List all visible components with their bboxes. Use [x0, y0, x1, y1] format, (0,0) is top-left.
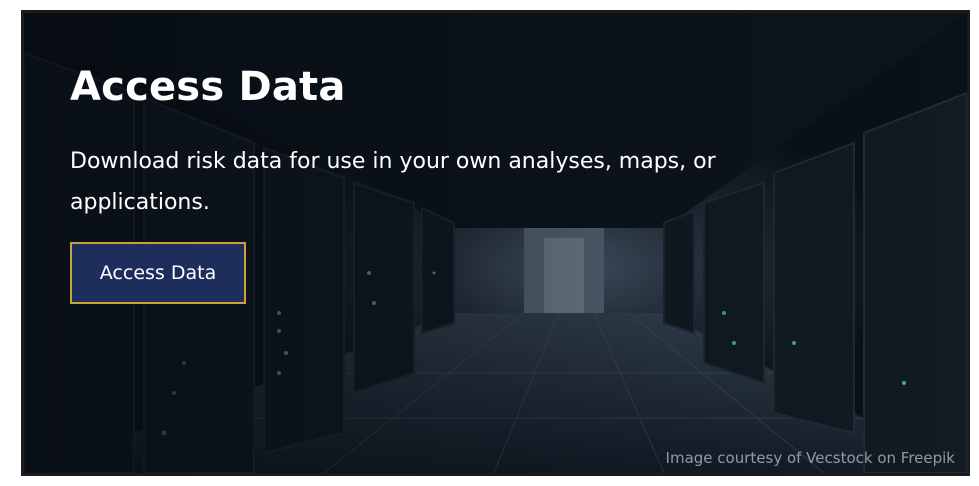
- access-data-card: Access Data Download risk data for use i…: [21, 10, 970, 476]
- image-credit: Image courtesy of Vecstock on Freepik: [665, 449, 955, 467]
- hero-content: Access Data Download risk data for use i…: [70, 61, 890, 304]
- hero-description: Download risk data for use in your own a…: [70, 149, 716, 215]
- hero-title: Access Data: [70, 64, 346, 110]
- access-data-button[interactable]: Access Data: [70, 242, 246, 304]
